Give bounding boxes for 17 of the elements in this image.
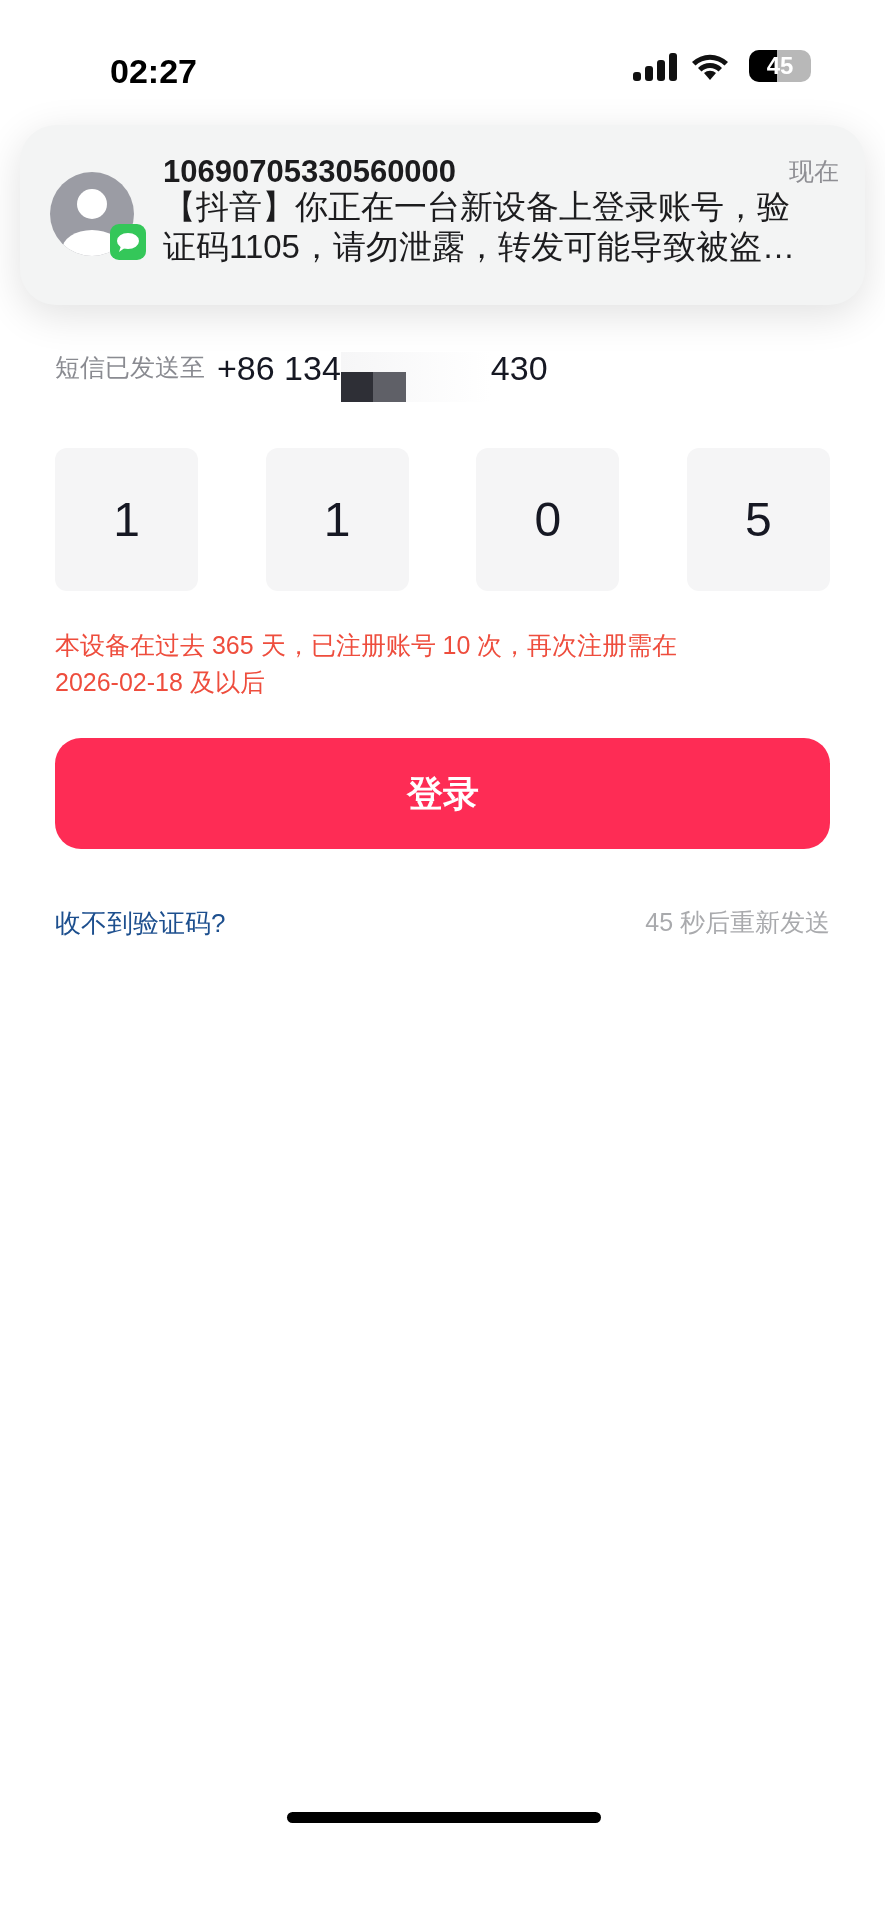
code-digit-field[interactable]: 1 (265, 448, 409, 591)
resend-countdown: 45 秒后重新发送 (645, 907, 830, 938)
sent-to-label: 短信已发送至 (55, 352, 205, 384)
notification-time: 现在 (789, 156, 839, 187)
warning-message: 本设备在过去 365 天，已注册账号 10 次，再次注册需在 2026-02-18 及以后 (55, 630, 679, 698)
signal-icon (633, 52, 679, 82)
phone-number-end: 430 (490, 347, 548, 389)
code-digit-field[interactable]: 1 (55, 448, 198, 591)
phone-number: +86 134 (217, 347, 341, 389)
notification-message: 【抖音】你正在一台新设备上登录账号，验证码1105，请勿泄露，转发可能导致被盗… (163, 187, 796, 267)
notification-sender: 10690705330560000 (163, 153, 457, 190)
notification-card[interactable]: 10690705330560000 现在 【抖音】你正在一台新设备上登录账号，验证码1105，请勿泄露，转发可能导致被盗… (20, 125, 865, 305)
login-button[interactable]: 登录 (55, 738, 830, 849)
code-digit-field[interactable]: 5 (686, 448, 830, 591)
status-time: 02:27 (110, 51, 197, 92)
code-digit-field[interactable]: 0 (476, 448, 620, 591)
no-code-link[interactable]: 收不到验证码? (55, 904, 226, 943)
